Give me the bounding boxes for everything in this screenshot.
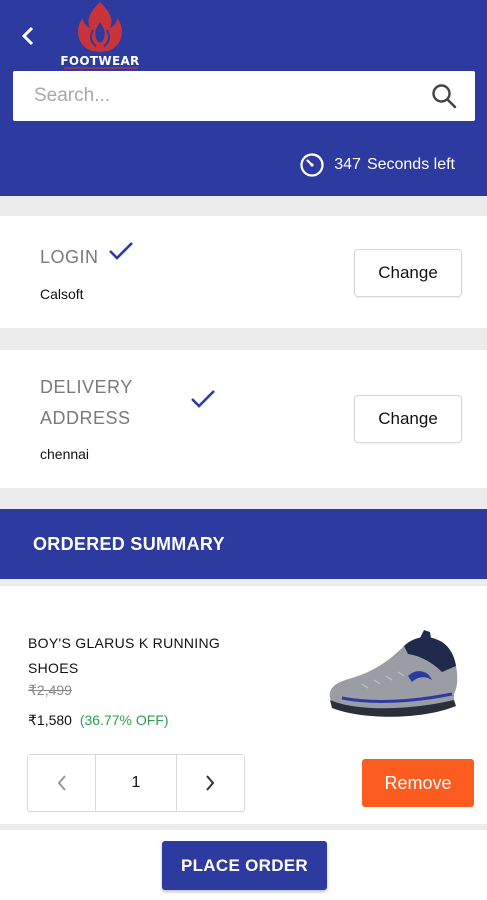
delivery-heading-line2: ADDRESS (40, 408, 131, 428)
delivery-value: chennai (40, 446, 90, 462)
quantity-value: 1 (95, 755, 177, 811)
search-bar (13, 71, 475, 121)
search-input[interactable] (13, 71, 413, 121)
login-value: Calsoft (40, 286, 84, 302)
search-icon[interactable] (431, 83, 457, 109)
place-order-button[interactable]: PLACE ORDER (162, 841, 327, 890)
increase-quantity-button[interactable] (177, 755, 244, 811)
discount-badge: (36.77% OFF) (79, 712, 169, 728)
logo-tagline-line (64, 67, 138, 69)
logo-text: FOOTWEAR (60, 54, 140, 68)
check-icon (109, 241, 133, 260)
check-icon (191, 389, 215, 408)
chevron-left-icon (57, 775, 66, 791)
quantity-stepper: 1 (27, 754, 245, 812)
timer-icon (300, 153, 324, 177)
checkout-footer: PLACE ORDER (0, 830, 487, 900)
app-header: FOOTWEAR 347 Seconds left (0, 0, 487, 196)
delivery-change-button[interactable]: Change (354, 395, 462, 443)
back-button[interactable] (14, 22, 42, 50)
ordered-summary-header: ORDERED SUMMARY (0, 509, 487, 579)
back-arrow-icon (21, 26, 34, 46)
product-item: BOY'S GLARUS K RUNNING SHOES ₹2,499 ₹1,5… (0, 586, 487, 824)
login-heading: LOGIN (40, 247, 99, 267)
price-row: ₹1,580 (36.77% OFF) (28, 712, 169, 729)
decrease-quantity-button[interactable] (28, 755, 95, 811)
login-section: LOGIN Calsoft Change (0, 216, 487, 328)
session-timer: 347 Seconds left (299, 151, 455, 179)
current-price: ₹1,580 (28, 712, 72, 728)
product-image-shoe (329, 630, 458, 717)
flame-logo-icon (78, 2, 122, 52)
brand-logo: FOOTWEAR (52, 0, 148, 70)
remove-button[interactable]: Remove (362, 759, 474, 807)
timer-label: Seconds left (366, 156, 455, 173)
delivery-address-section: DELIVERY ADDRESS chennai Change (0, 350, 487, 488)
chevron-right-icon (206, 775, 215, 791)
original-price: ₹2,499 (28, 682, 72, 698)
delivery-heading-line1: DELIVERY (40, 377, 133, 397)
login-change-button[interactable]: Change (354, 249, 462, 297)
product-name: BOY'S GLARUS K RUNNING SHOES (28, 635, 221, 676)
timer-count: 347 (334, 156, 361, 173)
